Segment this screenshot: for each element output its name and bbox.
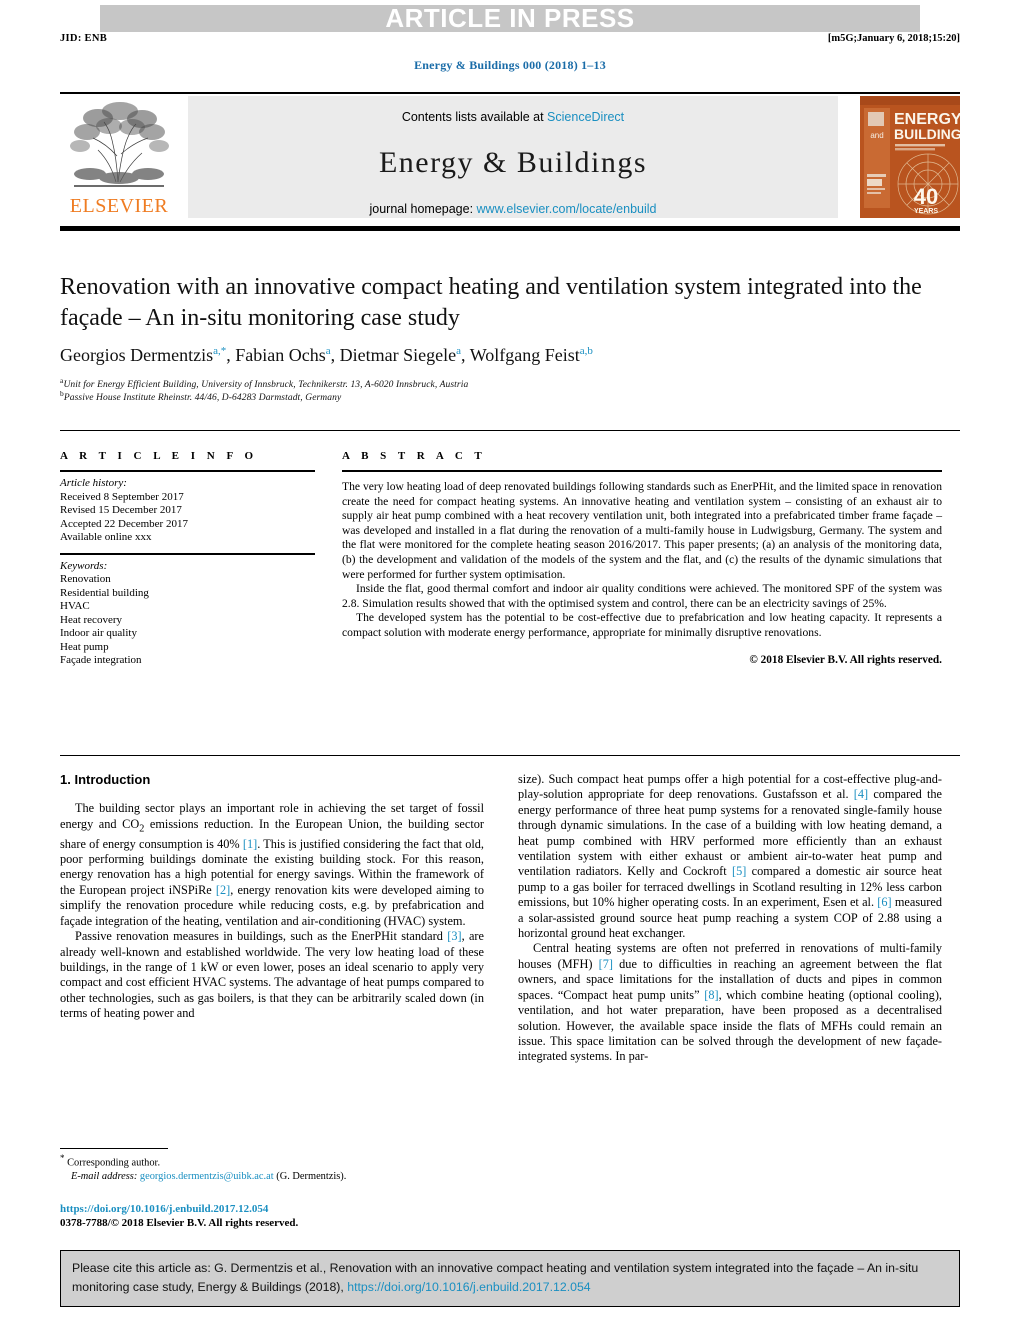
keywords-block: Keywords: Renovation Residential buildin… xyxy=(60,560,315,668)
email-suffix: (G. Dermentzis). xyxy=(276,1170,347,1182)
body-paragraph: Central heating systems are often not pr… xyxy=(518,941,942,1064)
abstract-body: The very low heating load of deep renova… xyxy=(342,472,942,667)
journal-cover-thumbnail: and ENERGY BUILDINGS 40 YEARS xyxy=(860,96,960,218)
asterisk-icon: * xyxy=(60,1153,65,1163)
abstract-paragraph: The developed system has the potential t… xyxy=(342,611,942,639)
running-head: Energy & Buildings 000 (2018) 1–13 xyxy=(414,58,606,72)
email-note: E-mail address: georgios.dermentzis@uibk… xyxy=(60,1170,490,1184)
article-title: Renovation with an innovative compact he… xyxy=(60,274,922,331)
journal-id-label: JID: ENB xyxy=(60,33,108,44)
keyword-item: Façade integration xyxy=(60,654,142,666)
svg-text:40: 40 xyxy=(914,184,938,209)
footnote-rule xyxy=(60,1148,168,1149)
body-paragraph: Passive renovation measures in buildings… xyxy=(60,929,484,1021)
article-history-block: Article history: Received 8 September 20… xyxy=(60,472,315,545)
elsevier-wordmark: ELSEVIER xyxy=(69,195,169,217)
abstract-bottom-rule xyxy=(60,755,960,756)
abstract-column: A B S T R A C T The very low heating loa… xyxy=(342,450,942,667)
citation-ref[interactable]: [1] xyxy=(243,837,257,851)
citation-ref[interactable]: [3] xyxy=(447,929,461,943)
svg-text:and: and xyxy=(870,131,883,140)
article-history-label: Article history: xyxy=(60,477,127,489)
keyword-item: Renovation xyxy=(60,573,111,585)
citation-ref[interactable]: [2] xyxy=(216,883,230,897)
journal-homepage-link[interactable]: www.elsevier.com/locate/enbuild xyxy=(477,202,657,216)
doi-block: https://doi.org/10.1016/j.enbuild.2017.1… xyxy=(60,1202,500,1230)
abstract-copyright: © 2018 Elsevier B.V. All rights reserved… xyxy=(749,653,942,666)
article-info-heading: A R T I C L E I N F O xyxy=(60,450,258,462)
doi-link[interactable]: https://doi.org/10.1016/j.enbuild.2017.1… xyxy=(60,1203,268,1215)
elsevier-logo: ELSEVIER xyxy=(60,96,178,218)
email-link[interactable]: georgios.dermentzis@uibk.ac.at xyxy=(140,1171,274,1182)
history-item: Accepted 22 December 2017 xyxy=(60,517,188,530)
svg-text:BUILDINGS: BUILDINGS xyxy=(894,126,960,142)
cite-this-article-box: Please cite this article as: G. Dermentz… xyxy=(60,1250,960,1307)
body-column-right: size). Such compact heat pumps offer a h… xyxy=(518,772,942,1065)
journal-title: Energy & Buildings xyxy=(378,146,648,179)
history-item: Revised 15 December 2017 xyxy=(60,504,182,516)
abstract-heading: A B S T R A C T xyxy=(342,450,487,462)
homepage-prefix: journal homepage: xyxy=(369,202,477,216)
author-sep: , xyxy=(226,345,236,365)
journal-homepage-line: journal homepage: www.elsevier.com/locat… xyxy=(188,202,838,216)
author-sep: , xyxy=(330,345,340,365)
article-in-press-label: ARTICLE IN PRESS xyxy=(385,3,635,33)
author-affil-marker: a,b xyxy=(579,345,593,357)
citation-ref[interactable]: [7] xyxy=(599,957,613,971)
author-sep: , xyxy=(461,345,470,365)
affiliation-text: Passive House Institute Rheinstr. 44/46,… xyxy=(63,393,342,404)
svg-text:YEARS: YEARS xyxy=(914,208,938,215)
sciencedirect-link[interactable]: ScienceDirect xyxy=(547,110,624,124)
citation-ref[interactable]: [8] xyxy=(704,988,718,1002)
history-item: Received 8 September 2017 xyxy=(60,490,184,503)
article-info-column: A R T I C L E I N F O Article history: R… xyxy=(60,450,315,668)
keyword-item: HVAC xyxy=(60,600,90,612)
section-heading-introduction: 1. Introduction xyxy=(60,772,151,787)
cite-doi-link[interactable]: https://doi.org/10.1016/j.enbuild.2017.1… xyxy=(347,1280,590,1294)
email-label: E-mail address: xyxy=(71,1170,138,1182)
abstract-paragraph: Inside the flat, good thermal comfort an… xyxy=(342,582,942,610)
affiliation-b: bPassive House Institute Rheinstr. 44/46… xyxy=(60,389,940,403)
corresponding-author-text: Corresponding author. xyxy=(67,1157,161,1169)
abstract-paragraph: The very low heating load of deep renova… xyxy=(342,480,942,581)
author-name: Georgios Dermentzis xyxy=(60,345,214,365)
keyword-item: Heat pump xyxy=(60,640,109,653)
citation-ref[interactable]: [4] xyxy=(854,787,868,801)
author-name: Dietmar Siegele xyxy=(339,345,457,365)
author-name: Wolfgang Feist xyxy=(469,345,580,365)
typesetter-stamp: [m5G;January 6, 2018;15:20] xyxy=(827,33,960,44)
author-affil-marker: a,* xyxy=(213,345,227,357)
body-column-left: 1. Introduction The building sector play… xyxy=(60,772,484,1022)
corresponding-author-note: * Corresponding author. xyxy=(60,1152,490,1170)
keyword-item: Residential building xyxy=(60,586,149,599)
footnote-block: * Corresponding author. E-mail address: … xyxy=(60,1152,490,1183)
masthead-top-rule xyxy=(60,92,960,94)
journal-cover-art: and ENERGY BUILDINGS 40 YEARS xyxy=(860,96,960,218)
history-item: Available online xxx xyxy=(60,531,152,543)
keywords-label: Keywords: xyxy=(60,559,108,572)
journal-masthead: ELSEVIER Contents lists available at Sci… xyxy=(60,96,960,221)
keywords-rule xyxy=(60,552,315,555)
citation-ref[interactable]: [6] xyxy=(877,895,891,909)
author-name: Fabian Ochs xyxy=(235,345,326,365)
masthead-center: Contents lists available at ScienceDirec… xyxy=(188,96,838,218)
author-block-rule xyxy=(60,430,960,431)
elsevier-tree-icon xyxy=(70,102,169,187)
keyword-item: Indoor air quality xyxy=(60,627,137,639)
article-in-press-banner: ARTICLE IN PRESS xyxy=(100,5,920,32)
paper-page: ARTICLE IN PRESS JID: ENB [m5G;January 6… xyxy=(0,0,1020,1320)
body-paragraph: The building sector plays an important r… xyxy=(60,801,484,928)
citation-ref[interactable]: [5] xyxy=(732,864,746,878)
contents-prefix: Contents lists available at xyxy=(401,110,548,124)
contents-available-line: Contents lists available at ScienceDirec… xyxy=(188,96,838,124)
masthead-bottom-rule xyxy=(60,226,960,231)
keyword-item: Heat recovery xyxy=(60,613,122,626)
issn-copyright-line: 0378-7788/© 2018 Elsevier B.V. All right… xyxy=(60,1217,299,1229)
author-list: Georgios Dermentzisa,*, Fabian Ochsa, Di… xyxy=(60,345,940,366)
body-paragraph: size). Such compact heat pumps offer a h… xyxy=(518,772,943,941)
